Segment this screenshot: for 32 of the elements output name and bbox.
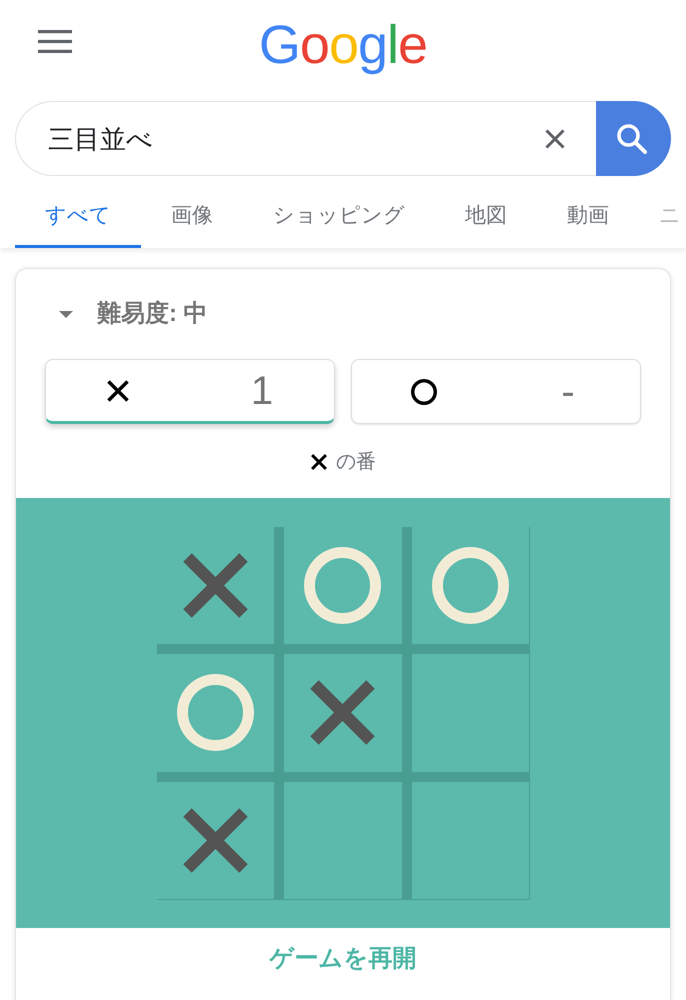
turn-label: の番 — [336, 450, 376, 474]
board-cell[interactable] — [284, 526, 402, 644]
caret-icon — [59, 310, 73, 318]
tab[interactable]: 画像 — [141, 190, 243, 248]
circle-icon — [304, 546, 382, 624]
clear-button[interactable] — [543, 126, 567, 150]
board-cell[interactable] — [284, 782, 402, 900]
board-cell[interactable] — [156, 654, 274, 772]
board-cell[interactable] — [156, 782, 274, 900]
circle-icon — [432, 546, 510, 624]
tab[interactable]: ショッピング — [243, 190, 435, 248]
cross-icon — [310, 453, 328, 471]
board-cell[interactable] — [412, 526, 530, 644]
board-cell[interactable] — [412, 782, 530, 900]
search-icon — [616, 124, 646, 154]
difficulty-dropdown[interactable]: 難易度: 中 — [59, 300, 208, 328]
search-field[interactable]: 三目並べ — [15, 101, 596, 176]
close-icon — [545, 128, 565, 148]
tab[interactable]: すべて — [15, 190, 141, 248]
tab[interactable]: 動画 — [537, 190, 639, 248]
cross-icon — [106, 378, 130, 402]
restart-button[interactable]: ゲームを再開 — [270, 944, 416, 974]
board-cell[interactable] — [284, 654, 402, 772]
board-cell[interactable] — [412, 654, 530, 772]
tab[interactable]: 地図 — [435, 190, 537, 248]
circle-icon — [176, 674, 254, 752]
circle-icon — [411, 378, 437, 404]
search-button[interactable] — [596, 101, 671, 176]
player-score-tab[interactable]: 1 — [45, 359, 335, 424]
menu-icon[interactable] — [38, 30, 72, 53]
google-logo: Google — [258, 15, 428, 75]
player-score-tab[interactable]: - — [351, 359, 641, 424]
